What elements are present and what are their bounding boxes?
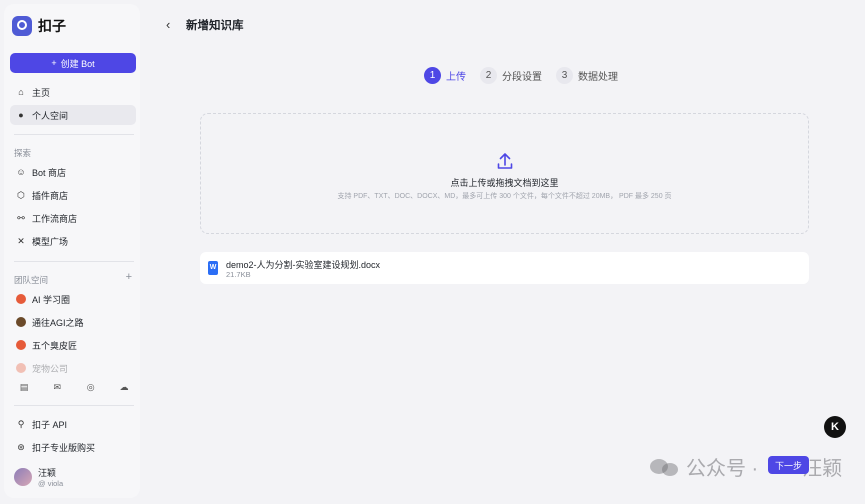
- coze-logo-icon: [12, 16, 32, 36]
- sidebar-item-label: 扣子 API: [32, 419, 68, 430]
- divider: [14, 405, 134, 406]
- sidebar-item-label: AI 学习圈: [32, 294, 71, 305]
- sidebar-item-pro-purchase[interactable]: ⊛ 扣子专业版购买: [10, 437, 136, 457]
- step-label: 数据处理: [578, 72, 618, 83]
- sidebar-item-api[interactable]: ⚲ 扣子 API: [10, 414, 136, 434]
- step-label: 分段设置: [502, 72, 542, 83]
- pro-icon: ⊛: [17, 441, 25, 452]
- create-bot-label: 创建 Bot: [60, 58, 95, 69]
- plugin-icon: ⬡: [17, 189, 25, 200]
- brand[interactable]: 扣子: [12, 16, 66, 36]
- team-avatar: [16, 340, 26, 350]
- floating-assistant-button[interactable]: K: [824, 416, 846, 438]
- mail-icon[interactable]: ✉: [51, 382, 63, 394]
- file-size: 21.7KB: [226, 270, 251, 279]
- user-name: 汪颖: [38, 468, 57, 478]
- sidebar-item-label: Bot 商店: [32, 167, 67, 178]
- team-avatar: [16, 363, 26, 373]
- sidebar-item-label: 模型广场: [32, 236, 69, 247]
- user-profile[interactable]: 汪颖 @ viola: [14, 466, 63, 488]
- upload-dropzone[interactable]: 点击上传或拖拽文档到这里 支持 PDF、TXT、DOC、DOCX、MD，最多可上…: [200, 113, 809, 234]
- team-section-label: 团队空间: [14, 275, 49, 285]
- sidebar-item-team[interactable]: 宠物公司: [10, 358, 136, 378]
- wechat-icon: [650, 457, 680, 477]
- sidebar-item-bot-store[interactable]: ☺ Bot 商店: [10, 162, 136, 182]
- home-icon: ⌂: [18, 87, 24, 97]
- back-chevron-icon[interactable]: ‹: [166, 17, 170, 32]
- divider: [14, 261, 134, 262]
- document-icon[interactable]: ▤: [18, 382, 30, 394]
- brand-name: 扣子: [38, 18, 66, 34]
- watermark: 公众号 · 汪颖: [650, 452, 842, 481]
- sidebar: 扣子 + 创建 Bot ⌂ 主页 ● 个人空间 探索 ☺ Bot 商店 ⬡ 插件…: [4, 4, 140, 498]
- person-icon: ●: [18, 110, 24, 120]
- stepper: 1 上传 2 分段设置 3 数据处理: [424, 67, 618, 84]
- model-icon: ✕: [17, 235, 25, 246]
- upload-icon: [497, 153, 513, 169]
- sidebar-item-label: 主页: [32, 87, 51, 98]
- uploaded-file-item[interactable]: W demo2-人为分割-实验室建设规划.docx 21.7KB: [200, 252, 809, 284]
- explore-section-label: 探索: [14, 148, 32, 158]
- sidebar-item-label: 扣子专业版购买: [32, 442, 96, 453]
- step-number: 3: [556, 67, 573, 84]
- step-number: 2: [480, 67, 497, 84]
- sidebar-item-plugin-store[interactable]: ⬡ 插件商店: [10, 185, 136, 205]
- divider: [14, 134, 134, 135]
- dropzone-hint: 支持 PDF、TXT、DOC、DOCX、MD，最多可上传 300 个文件，每个文…: [337, 193, 672, 200]
- create-bot-button[interactable]: + 创建 Bot: [10, 53, 136, 73]
- api-icon: ⚲: [17, 418, 25, 429]
- sidebar-item-team[interactable]: 通往AGI之路: [10, 312, 136, 332]
- user-handle: @ viola: [38, 479, 64, 488]
- sidebar-item-label: 宠物公司: [32, 363, 69, 374]
- sidebar-item-label: 个人空间: [32, 110, 69, 121]
- next-step-button[interactable]: 下一步: [768, 456, 809, 474]
- team-avatar: [16, 294, 26, 304]
- sidebar-item-personal-space[interactable]: ● 个人空间: [10, 105, 136, 125]
- sidebar-item-team[interactable]: AI 学习圈: [10, 289, 136, 309]
- step-data-processing: 3 数据处理: [556, 67, 618, 84]
- step-upload: 1 上传: [424, 67, 466, 84]
- sidebar-item-label: 五个臭皮匠: [32, 340, 78, 351]
- team-avatar: [16, 317, 26, 327]
- sidebar-tool-row: ▤ ✉ ◎ ☁: [18, 382, 130, 394]
- avatar: [14, 468, 32, 486]
- compass-icon[interactable]: ◎: [85, 382, 97, 394]
- sidebar-item-label: 插件商店: [32, 190, 69, 201]
- sidebar-item-home[interactable]: ⌂ 主页: [10, 82, 136, 102]
- watermark-text: 公众号 ·: [686, 458, 759, 480]
- sidebar-item-team[interactable]: 五个臭皮匠: [10, 335, 136, 355]
- sidebar-item-workflow-store[interactable]: ⚯ 工作流商店: [10, 208, 136, 228]
- word-document-icon: W: [208, 261, 218, 275]
- step-label: 上传: [446, 72, 466, 83]
- workflow-icon: ⚯: [17, 212, 25, 223]
- dropzone-title: 点击上传或拖拽文档到这里: [450, 178, 559, 188]
- step-number: 1: [424, 67, 441, 84]
- chat-icon[interactable]: ☁: [118, 382, 130, 394]
- sidebar-item-label: 通往AGI之路: [32, 317, 84, 328]
- add-team-plus-icon[interactable]: +: [126, 271, 132, 283]
- plus-icon: +: [51, 58, 57, 68]
- sidebar-item-model-square[interactable]: ✕ 模型广场: [10, 231, 136, 251]
- bot-icon: ☺: [16, 167, 26, 177]
- sidebar-item-label: 工作流商店: [32, 213, 78, 224]
- page-title: 新增知识库: [186, 20, 244, 32]
- step-segment-settings: 2 分段设置: [480, 67, 542, 84]
